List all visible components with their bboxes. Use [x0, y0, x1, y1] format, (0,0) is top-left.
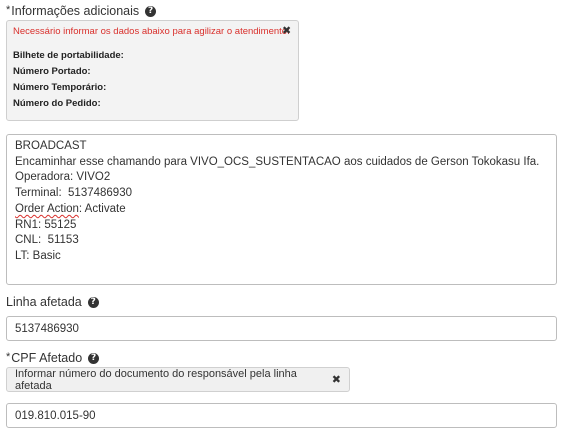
cpf-afetado-input[interactable]: 019.810.015-90 — [6, 403, 557, 428]
info-warning-text: Necessário informar os dados abaixo para… — [13, 26, 290, 37]
cpf-hint-box: Informar número do documento do responsá… — [6, 367, 350, 392]
textarea-line: RN1: 55125 — [15, 218, 77, 231]
cpf-afetado-label-text: CPF Afetado — [11, 351, 83, 365]
description-textarea[interactable]: BROADCAST Encaminhar esse chamando para … — [6, 134, 557, 285]
cpf-afetado-label: *CPF Afetado ? — [6, 351, 100, 365]
additional-info-label-text: Informações adicionais — [11, 4, 140, 18]
info-item-numero-temporario: Número Temporário: — [13, 82, 107, 93]
order-action-value: : Activate — [78, 202, 126, 215]
additional-info-panel: Necessário informar os dados abaixo para… — [6, 20, 299, 121]
additional-info-label: *Informações adicionais ? — [6, 4, 157, 18]
textarea-line: Terminal: 5137486930 — [15, 187, 132, 200]
textarea-line: Encaminhar esse chamando para VIVO_OCS_S… — [15, 155, 540, 168]
close-icon[interactable]: ✖ — [282, 24, 291, 37]
linha-afetada-label: Linha afetada ? — [6, 295, 99, 309]
linha-afetada-input[interactable]: 5137486930 — [6, 316, 557, 341]
textarea-line-order-action: Order Action: Activate — [15, 202, 548, 218]
cpf-hint-text: Informar número do documento do responsá… — [15, 367, 297, 392]
spellcheck-word: Order Action — [15, 202, 79, 215]
textarea-line: BROADCAST — [15, 140, 87, 152]
required-mark: * — [6, 4, 11, 16]
close-icon[interactable]: ✖ — [332, 373, 341, 386]
question-circle-icon[interactable]: ? — [145, 5, 157, 17]
textarea-line: CNL: 51153 — [15, 234, 79, 247]
linha-afetada-value: 5137486930 — [15, 322, 79, 335]
question-circle-icon[interactable]: ? — [88, 352, 100, 364]
linha-afetada-label-text: Linha afetada — [6, 295, 82, 309]
required-mark: * — [6, 351, 11, 363]
cpf-afetado-value: 019.810.015-90 — [15, 409, 96, 422]
question-circle-icon[interactable]: ? — [87, 296, 99, 308]
info-item-numero-portado: Número Portado: — [13, 66, 91, 77]
textarea-line: Operadora: VIVO2 — [15, 171, 111, 184]
info-item-bilhete: Bilhete de portabilidade: — [13, 50, 124, 61]
info-item-numero-pedido: Número do Pedido: — [13, 98, 101, 109]
textarea-line: LT: Basic — [15, 249, 61, 262]
